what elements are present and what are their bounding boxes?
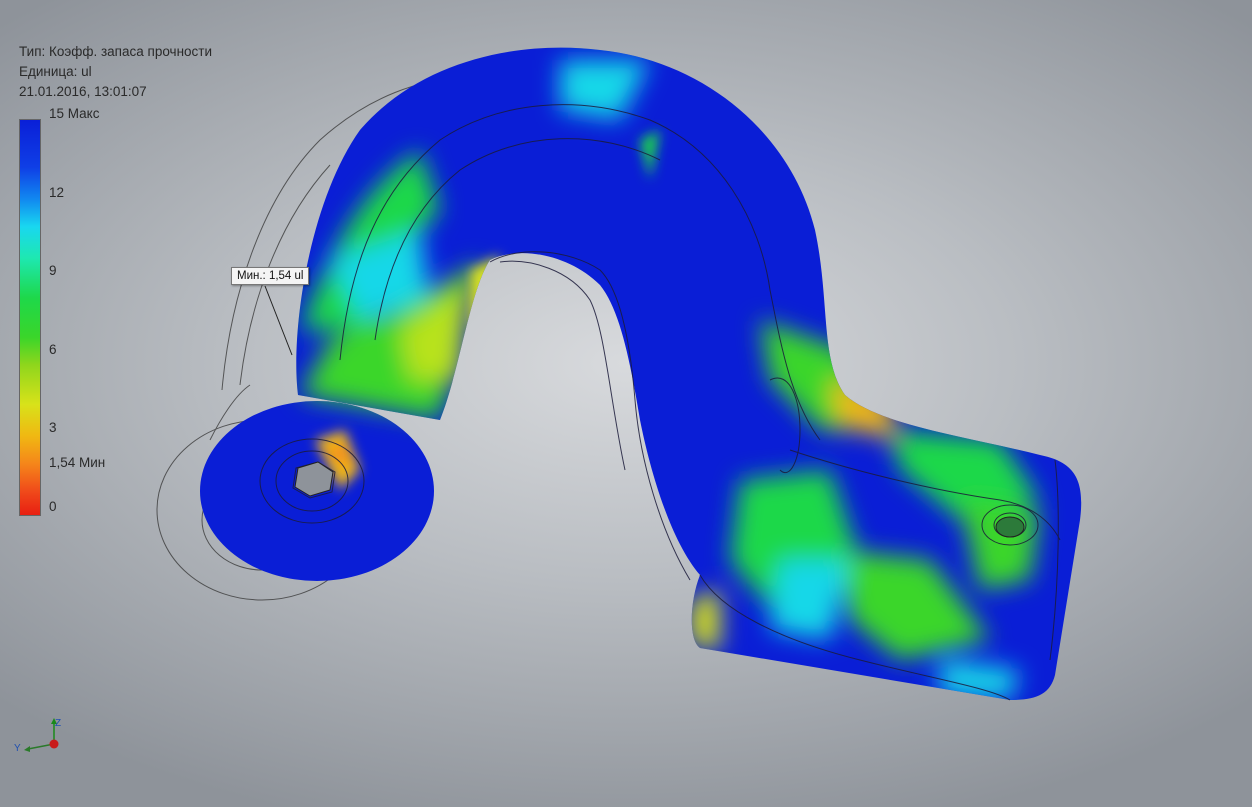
fea-model[interactable] [0,0,1252,807]
triad-y-label: Y [14,743,21,754]
mount-hole [995,516,1025,538]
safety-factor-field [200,47,1082,700]
legend-tick-12: 12 [49,185,65,200]
color-legend-bar [19,119,41,516]
legend-tick-3: 3 [49,420,57,435]
triad-z-label: Z [55,718,61,729]
result-info: Тип: Коэфф. запаса прочности Единица: ul… [19,42,212,102]
view-triad-icon[interactable]: Z Y [14,712,74,760]
result-timestamp: 21.01.2016, 13:01:07 [19,84,147,99]
legend-tick-min: 1,54 Мин [49,455,106,470]
min-probe-label[interactable]: Мин.: 1,54 ul [231,267,310,285]
legend-tick-6: 6 [49,342,57,357]
legend-tick-max: 15 Макс [49,106,100,121]
result-unit: Единица: ul [19,64,92,79]
graphics-viewport[interactable]: Тип: Коэфф. запаса прочности Единица: ul… [0,0,1252,807]
result-type: Тип: Коэфф. запаса прочности [19,44,213,59]
legend-tick-0: 0 [49,499,57,514]
legend-tick-9: 9 [49,263,57,278]
